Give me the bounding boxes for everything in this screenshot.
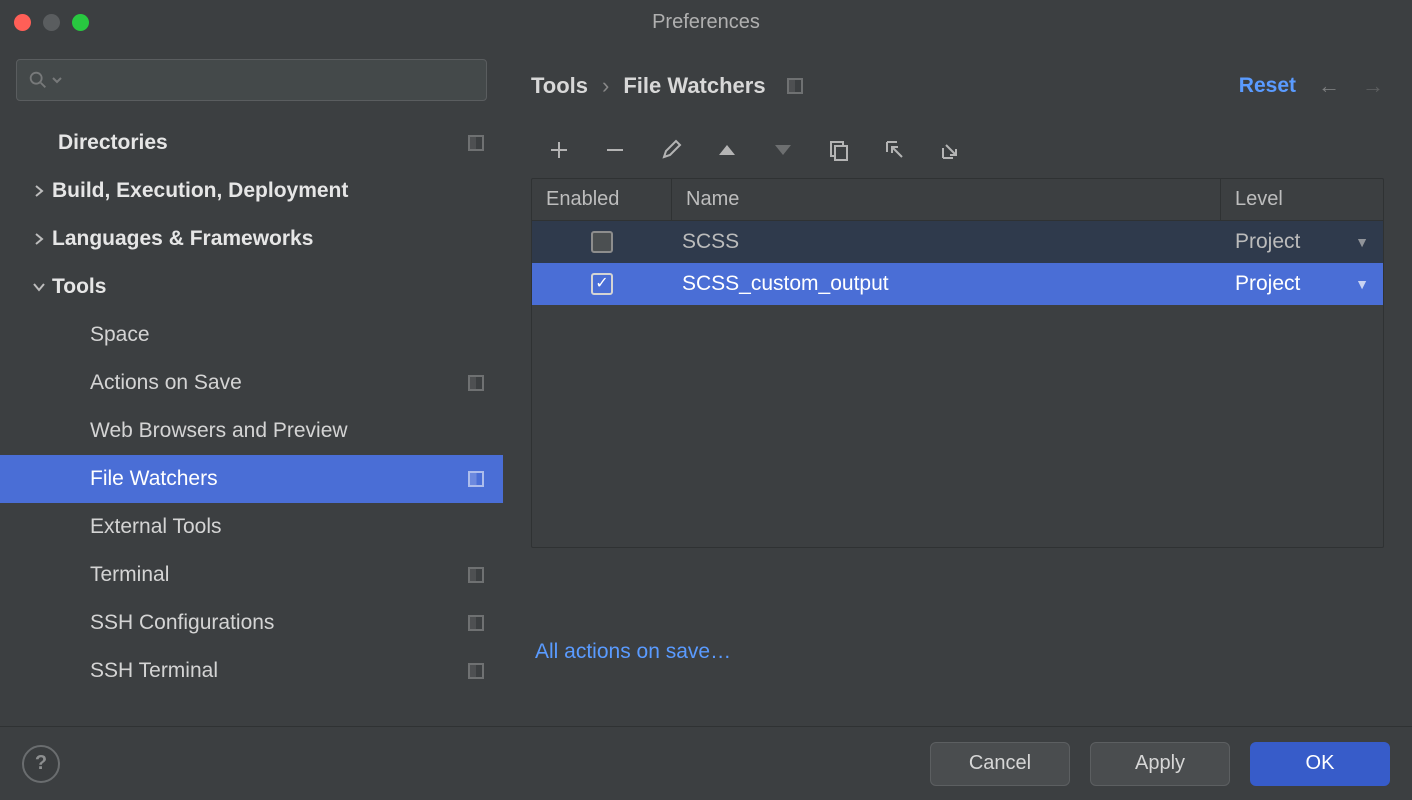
sidebar-item-label: Tools	[52, 275, 503, 299]
sidebar: Directories Build, Execution, Deployment…	[0, 44, 503, 726]
content-pane: Tools › File Watchers Reset ← →	[503, 44, 1412, 726]
sidebar-item-external-tools[interactable]: External Tools	[0, 503, 503, 551]
level-value: Project	[1235, 230, 1300, 254]
move-down-button	[769, 136, 797, 164]
chevron-down-icon	[51, 74, 63, 86]
project-scope-icon	[467, 134, 485, 152]
sidebar-item-ssh-terminal[interactable]: SSH Terminal	[0, 647, 503, 695]
level-select[interactable]: Project ▼	[1221, 230, 1383, 254]
breadcrumb-separator: ›	[602, 73, 609, 99]
chevron-down-icon: ▼	[1355, 276, 1369, 292]
sidebar-item-label: Actions on Save	[90, 371, 467, 395]
reset-link[interactable]: Reset	[1239, 74, 1296, 98]
breadcrumb: Tools › File Watchers	[531, 73, 1239, 99]
project-scope-icon	[467, 374, 485, 392]
sidebar-item-label: Terminal	[90, 563, 467, 587]
add-button[interactable]	[545, 136, 573, 164]
sidebar-item-label: Space	[90, 323, 503, 347]
search-input[interactable]	[16, 59, 487, 101]
toolbar	[531, 122, 1384, 178]
sidebar-item-label: Languages & Frameworks	[52, 227, 503, 251]
sidebar-item-label: SSH Configurations	[90, 611, 467, 635]
sidebar-item-terminal[interactable]: Terminal	[0, 551, 503, 599]
project-scope-icon	[467, 614, 485, 632]
apply-button[interactable]: Apply	[1090, 742, 1230, 786]
sidebar-item-label: External Tools	[90, 515, 503, 539]
watcher-name: SCSS	[672, 230, 1221, 254]
settings-tree: Directories Build, Execution, Deployment…	[0, 113, 503, 726]
enable-checkbox[interactable]	[591, 231, 613, 253]
project-scope-icon	[786, 77, 804, 95]
sidebar-item-languages[interactable]: Languages & Frameworks	[0, 215, 503, 263]
breadcrumb-page: File Watchers	[623, 73, 765, 99]
all-actions-link[interactable]: All actions on save…	[531, 640, 1384, 664]
chevron-down-icon	[26, 280, 52, 294]
sidebar-item-label: Build, Execution, Deployment	[52, 179, 503, 203]
table-row[interactable]: SCSS Project ▼	[532, 221, 1383, 263]
sidebar-item-label: File Watchers	[90, 467, 467, 491]
col-name[interactable]: Name	[672, 179, 1221, 220]
sidebar-item-label: SSH Terminal	[90, 659, 467, 683]
sidebar-item-file-watchers[interactable]: File Watchers	[0, 455, 503, 503]
project-scope-icon	[467, 566, 485, 584]
window-title: Preferences	[0, 11, 1412, 34]
breadcrumb-root[interactable]: Tools	[531, 73, 588, 99]
chevron-right-icon	[26, 232, 52, 246]
preferences-window: Preferences Directories	[0, 0, 1412, 800]
sidebar-item-label: Directories	[58, 131, 467, 155]
remove-button[interactable]	[601, 136, 629, 164]
edit-button[interactable]	[657, 136, 685, 164]
import-button[interactable]	[881, 136, 909, 164]
help-button[interactable]: ?	[22, 745, 60, 783]
chevron-right-icon	[26, 184, 52, 198]
col-level[interactable]: Level	[1221, 179, 1383, 220]
project-scope-icon	[467, 662, 485, 680]
titlebar: Preferences	[0, 0, 1412, 44]
enable-checkbox[interactable]	[591, 273, 613, 295]
sidebar-item-web-browsers[interactable]: Web Browsers and Preview	[0, 407, 503, 455]
move-up-button[interactable]	[713, 136, 741, 164]
sidebar-item-directories[interactable]: Directories	[0, 119, 503, 167]
sidebar-item-tools[interactable]: Tools	[0, 263, 503, 311]
level-select[interactable]: Project ▼	[1221, 272, 1383, 296]
sidebar-item-build[interactable]: Build, Execution, Deployment	[0, 167, 503, 215]
forward-icon: →	[1362, 73, 1384, 99]
project-scope-icon	[467, 470, 485, 488]
ok-button[interactable]: OK	[1250, 742, 1390, 786]
sidebar-item-ssh-config[interactable]: SSH Configurations	[0, 599, 503, 647]
search-icon	[27, 69, 49, 91]
table-row[interactable]: SCSS_custom_output Project ▼	[532, 263, 1383, 305]
dialog-footer: ? Cancel Apply OK	[0, 726, 1412, 800]
table-header: Enabled Name Level	[532, 179, 1383, 221]
sidebar-item-label: Web Browsers and Preview	[90, 419, 503, 443]
col-enabled[interactable]: Enabled	[532, 179, 672, 220]
sidebar-item-actions-on-save[interactable]: Actions on Save	[0, 359, 503, 407]
copy-button[interactable]	[825, 136, 853, 164]
export-button[interactable]	[937, 136, 965, 164]
chevron-down-icon: ▼	[1355, 234, 1369, 250]
watcher-name: SCSS_custom_output	[672, 272, 1221, 296]
sidebar-item-space[interactable]: Space	[0, 311, 503, 359]
cancel-button[interactable]: Cancel	[930, 742, 1070, 786]
back-icon[interactable]: ←	[1318, 73, 1340, 99]
level-value: Project	[1235, 272, 1300, 296]
watchers-table: Enabled Name Level SCSS Project ▼	[531, 178, 1384, 548]
